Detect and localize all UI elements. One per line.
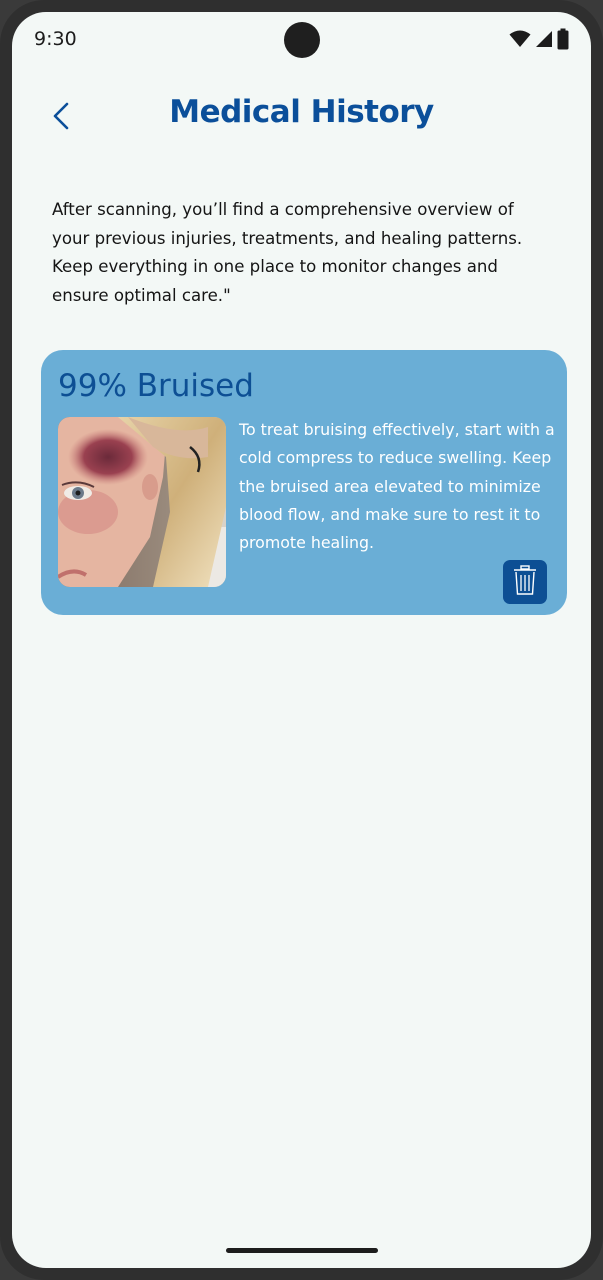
trash-icon [513, 565, 537, 599]
card-title: 99% Bruised [58, 368, 254, 404]
bruise-photo [58, 417, 226, 587]
app-screen: 9:30 Medical History After scanning, you… [12, 12, 591, 1268]
signal-icon [535, 30, 553, 48]
page-title: Medical History [169, 94, 434, 130]
home-indicator[interactable] [226, 1248, 378, 1253]
battery-icon [557, 28, 569, 50]
camera-cutout [284, 22, 320, 58]
status-time: 9:30 [34, 28, 77, 50]
history-card[interactable]: 99% Bruised To treat bruising effectivel… [41, 350, 567, 615]
intro-text: After scanning, you’ll find a comprehens… [52, 200, 523, 305]
card-description: To treat bruising effectively, start wit… [239, 420, 555, 553]
phone-frame: 9:30 Medical History After scanning, you… [0, 0, 603, 1280]
delete-button[interactable] [503, 560, 547, 604]
wifi-icon [509, 30, 531, 48]
status-icons [509, 28, 569, 50]
